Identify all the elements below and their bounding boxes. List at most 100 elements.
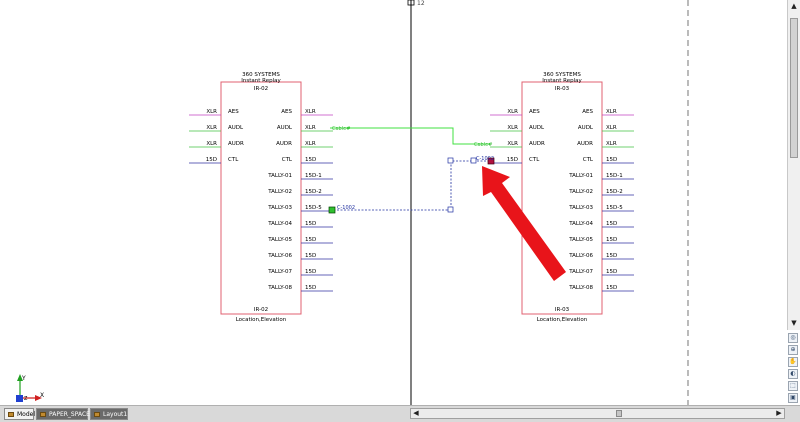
pan-hand-icon[interactable]: ✋: [788, 357, 798, 367]
ir-02-left-pin-label: CTL: [228, 157, 239, 163]
horizontal-scrollbar[interactable]: ◀ ▶: [410, 408, 785, 419]
ir-03-right-pin-label: AUDR: [577, 141, 593, 147]
layout-tab-icon: [94, 412, 100, 417]
svg-text:X: X: [40, 392, 44, 399]
ir-02-left-pin-type: XLR: [206, 109, 217, 115]
vertical-scrollbar[interactable]: ▲ ▼: [787, 0, 800, 330]
ir-03-right-pin-type: 15D: [606, 269, 617, 275]
block-ir-02[interactable]: [220, 81, 302, 315]
block-ir-02-tag-top: IR-02: [254, 86, 268, 92]
svg-text:Y: Y: [21, 375, 26, 382]
ir-02-right-pin-label: TALLY-02: [267, 189, 292, 195]
ir-03-left-pin-label: AUDL: [529, 125, 545, 131]
block-ir-03-tag-bottom: IR-03: [555, 307, 570, 313]
ir-02-left-pin-type: XLR: [206, 125, 217, 131]
ir-03-left-pin-type: XLR: [507, 125, 518, 131]
grip-square-1[interactable]: [447, 206, 454, 213]
ir-02-right-pin-type: 15D: [305, 237, 316, 243]
ir-02-right-pin-type: 15D-1: [305, 173, 322, 179]
ir-03-right-pin-label: TALLY-02: [568, 189, 593, 195]
tab-model[interactable]: Model: [4, 408, 36, 420]
cable-label-b: Cable#: [474, 142, 492, 148]
ir-03-right-pin-label: TALLY-04: [568, 221, 593, 227]
ir-03-right-pin-label: TALLY-06: [568, 253, 593, 259]
wire-label-c1002-a: C-1002: [337, 205, 355, 211]
scroll-right-arrow-icon[interactable]: ▶: [774, 409, 784, 418]
ir-02-left-pin-label: AUDR: [228, 141, 244, 147]
ir-02-right-pin-type: XLR: [305, 141, 316, 147]
grip-square-2[interactable]: [447, 157, 454, 164]
ir-02-right-pin-type: 15D: [305, 269, 316, 275]
ir-03-right-pin-type: 15D-2: [606, 189, 623, 195]
grip-start-end[interactable]: [328, 206, 336, 214]
ir-03-right-pin-type: 15D: [606, 285, 617, 291]
zoom-extents-icon[interactable]: ⬚: [788, 381, 798, 391]
ir-02-right-pin-label: CTL: [282, 157, 293, 163]
drawing-canvas[interactable]: 12 360 SYSTEMS Instant Replay IR-02 IR-0…: [0, 0, 800, 405]
ir-02-right-pin-label: TALLY-06: [267, 253, 292, 259]
ir-02-right-pin-type: 15D-2: [305, 189, 322, 195]
zoom-icon[interactable]: ⊕: [788, 345, 798, 355]
ir-02-right-pin-label: AUDR: [276, 141, 292, 147]
vertical-scroll-thumb[interactable]: [790, 18, 798, 158]
ir-02-left-pin-type: XLR: [206, 141, 217, 147]
ir-03-right-pin-type: 15D: [606, 253, 617, 259]
ir-02-right-pin-type: 15D: [305, 157, 316, 163]
scroll-left-arrow-icon[interactable]: ◀: [411, 409, 421, 418]
ir-03-left-pin-label: CTL: [529, 157, 540, 163]
ir-03-left-pin-type: 15D: [507, 157, 518, 163]
ir-02-right-pin-type: 15D: [305, 221, 316, 227]
ir-03-right-pin-type: 15D: [606, 157, 617, 163]
ir-02-right-pin-label: TALLY-04: [267, 221, 292, 227]
ir-02-right-pin-label: TALLY-01: [267, 173, 292, 179]
model-tab-icon: [8, 412, 14, 417]
horizontal-scroll-thumb[interactable]: [616, 410, 622, 417]
ir-03-left-pin-type: XLR: [507, 141, 518, 147]
red-annotation-arrow: [482, 166, 566, 281]
crosshair-label: 12: [417, 0, 425, 7]
tab-layout1[interactable]: Layout1: [90, 408, 128, 420]
ir-02-right-pin-label: TALLY-03: [267, 205, 292, 211]
orbit-icon[interactable]: ◐: [788, 369, 798, 379]
tab-paper-space[interactable]: PAPER_SPACE: [36, 408, 90, 420]
block-ir-03[interactable]: [521, 81, 603, 315]
scroll-down-arrow-icon[interactable]: ▼: [789, 318, 799, 328]
ir-02-right-pin-type: 15D: [305, 253, 316, 259]
block-ir-03-location: Location,Elevation: [537, 317, 588, 323]
ir-03-left-pin-type: XLR: [507, 109, 518, 115]
ir-02-left-pin-type: 15D: [206, 157, 217, 163]
ir-03-left-pin-label: AES: [529, 109, 540, 115]
ir-03-right-pin-label: TALLY-01: [568, 173, 593, 179]
block-ir-02-tag-bottom: IR-02: [254, 307, 268, 313]
showmotion-icon[interactable]: ▣: [788, 393, 798, 403]
ir-03-right-pin-type: XLR: [606, 141, 617, 147]
ir-03-right-pin-type: XLR: [606, 125, 617, 131]
ir-03-right-pin-type: 15D: [606, 237, 617, 243]
ir-02-right-pin-label: TALLY-07: [267, 269, 292, 275]
block-ir-02-pins: XLR AES XLR AUDL XLR AUDR 15D CTL AES XLR AUDL XLR A…: [189, 109, 333, 292]
ir-03-right-pin-type: 15D-5: [606, 205, 623, 211]
ir-02-right-pin-label: TALLY-05: [267, 237, 292, 243]
cable-wire-green[interactable]: [330, 127, 490, 145]
cable-label-a: Cable#: [332, 126, 350, 132]
ir-02-right-pin-type: XLR: [305, 109, 316, 115]
ir-03-right-pin-label: AUDL: [578, 125, 594, 131]
ir-02-right-pin-type: 15D-5: [305, 205, 322, 211]
block-ir-03-title-line2: Instant Replay: [542, 78, 582, 84]
layout-tab-bar: Model PAPER_SPACE Layout1 ◀ ▶: [0, 405, 800, 422]
steering-wheel-icon[interactable]: ◎: [788, 333, 798, 343]
ir-02-right-pin-type: 15D: [305, 285, 316, 291]
ir-02-right-pin-type: XLR: [305, 125, 316, 131]
layout-tab-icon: [40, 412, 46, 417]
block-ir-02-location: Location,Elevation: [236, 317, 287, 323]
ir-03-right-pin-label: TALLY-03: [568, 205, 593, 211]
svg-text:Z: Z: [24, 396, 28, 402]
ir-02-left-pin-label: AES: [228, 109, 239, 115]
ir-03-left-pin-label: AUDR: [529, 141, 545, 147]
tab-layout1-label: Layout1: [103, 411, 128, 418]
scroll-up-arrow-icon[interactable]: ▲: [789, 1, 799, 11]
ir-03-right-pin-label: CTL: [583, 157, 594, 163]
tab-model-label: Model: [17, 411, 36, 418]
block-ir-03-tag-top: IR-03: [555, 86, 570, 92]
ucs-icon: Y X Z: [16, 374, 44, 402]
